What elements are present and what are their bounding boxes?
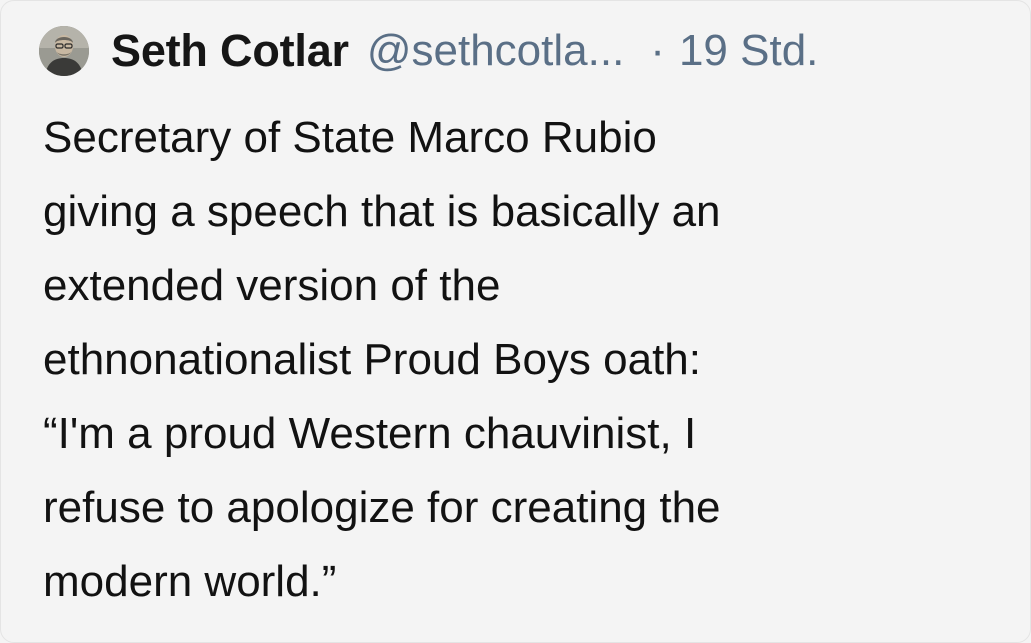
- author-display-name[interactable]: Seth Cotlar: [111, 25, 349, 77]
- meta-separator: ·: [650, 26, 665, 75]
- post-text-line: Secretary of State Marco Rubio: [43, 113, 657, 162]
- post-text-line: modern world.”: [43, 557, 337, 606]
- post-text-line: “I'm a proud Western chauvinist, I: [43, 409, 697, 458]
- post-text: Secretary of State Marco Rubio giving a …: [43, 101, 1003, 619]
- post-text-line: extended version of the: [43, 261, 501, 310]
- post-text-line: refuse to apologize for creating the: [43, 483, 721, 532]
- post-text-line: ethnonationalist Proud Boys oath:: [43, 335, 702, 384]
- post-header: Seth Cotlar @sethcotla... · 19 Std.: [39, 21, 818, 81]
- post-text-line: giving a speech that is basically an: [43, 187, 721, 236]
- avatar-photo-icon: [39, 26, 89, 76]
- post-card[interactable]: Seth Cotlar @sethcotla... · 19 Std. Secr…: [0, 0, 1031, 643]
- author-handle[interactable]: @sethcotla...: [367, 26, 624, 76]
- author-avatar[interactable]: [39, 26, 89, 76]
- post-timestamp[interactable]: 19 Std.: [679, 26, 818, 76]
